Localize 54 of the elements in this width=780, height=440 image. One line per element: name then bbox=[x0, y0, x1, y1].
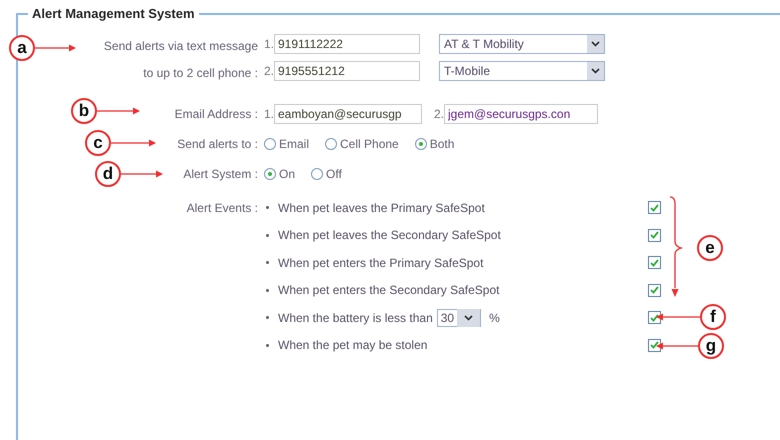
callout-label: g bbox=[698, 333, 724, 359]
phone-label: Send alerts via text message to up to 2 cell phone : bbox=[104, 38, 258, 82]
unit-text: % bbox=[489, 310, 500, 325]
event-text: When pet enters the Primary SafeSpot bbox=[278, 256, 484, 270]
phone-input[interactable]: 9195551212 bbox=[274, 61, 420, 81]
callout-label: e bbox=[697, 235, 723, 261]
email-label: Email Address : bbox=[174, 107, 258, 121]
entry-index: 1. bbox=[264, 37, 274, 51]
event-checkbox[interactable] bbox=[648, 311, 661, 324]
pointer-arrow bbox=[656, 313, 700, 321]
callout-label: d bbox=[95, 161, 121, 187]
bullet-icon bbox=[266, 288, 269, 292]
alert-system-label: Alert System : bbox=[183, 167, 258, 181]
carrier-select[interactable]: T-Mobile bbox=[439, 61, 605, 81]
callout-label: f bbox=[700, 304, 726, 330]
entry-index: 2. bbox=[434, 107, 444, 121]
phone-input[interactable]: 9191112222 bbox=[274, 34, 420, 54]
event-text: When the battery is less than bbox=[278, 310, 433, 325]
bullet-icon bbox=[266, 316, 269, 320]
pointer-arrow bbox=[111, 139, 156, 147]
pointer-arrow bbox=[121, 170, 163, 178]
callout-label: a bbox=[9, 35, 35, 61]
event-text: When pet enters the Secondary SafeSpot bbox=[278, 283, 500, 298]
event-checkbox[interactable] bbox=[648, 228, 661, 242]
entry-index: 1. bbox=[264, 107, 274, 121]
radio-option[interactable]: On bbox=[264, 167, 296, 181]
event-checkbox[interactable] bbox=[648, 338, 661, 352]
send-to-label: Send alerts to : bbox=[177, 137, 258, 151]
bullet-icon bbox=[266, 344, 269, 347]
event-text: When the pet may be stolen bbox=[278, 338, 428, 352]
threshold-select[interactable]: 30 bbox=[436, 308, 482, 327]
radio-option[interactable]: Off bbox=[311, 167, 342, 181]
callout-label: b bbox=[71, 98, 97, 124]
alert-events-label: Alert Events : bbox=[186, 201, 258, 215]
radio-option[interactable]: Both bbox=[414, 137, 454, 151]
callout-label: c bbox=[85, 130, 111, 156]
pointer-arrow bbox=[656, 342, 698, 350]
pointer-arrow bbox=[97, 107, 140, 115]
pointer-arrow bbox=[35, 44, 76, 52]
radio-option[interactable]: Cell Phone bbox=[325, 137, 399, 151]
bullet-icon bbox=[266, 206, 269, 210]
section-title: Alert Management System bbox=[31, 6, 196, 21]
event-text: When pet leaves the Primary SafeSpot bbox=[278, 200, 485, 215]
bullet-icon bbox=[266, 234, 269, 237]
email-input[interactable]: eamboyan@securusgp bbox=[274, 104, 422, 124]
bullet-icon bbox=[266, 261, 269, 264]
radio-option[interactable]: Email bbox=[264, 137, 310, 151]
email-input[interactable]: jgem@securusgps.con bbox=[444, 104, 598, 124]
event-checkbox[interactable] bbox=[648, 284, 661, 297]
entry-index: 2. bbox=[264, 64, 274, 78]
carrier-select[interactable]: AT & T Mobility bbox=[439, 34, 605, 54]
event-checkbox[interactable] bbox=[648, 256, 661, 270]
event-text: When pet leaves the Secondary SafeSpot bbox=[278, 228, 501, 242]
event-checkbox[interactable] bbox=[648, 201, 661, 214]
